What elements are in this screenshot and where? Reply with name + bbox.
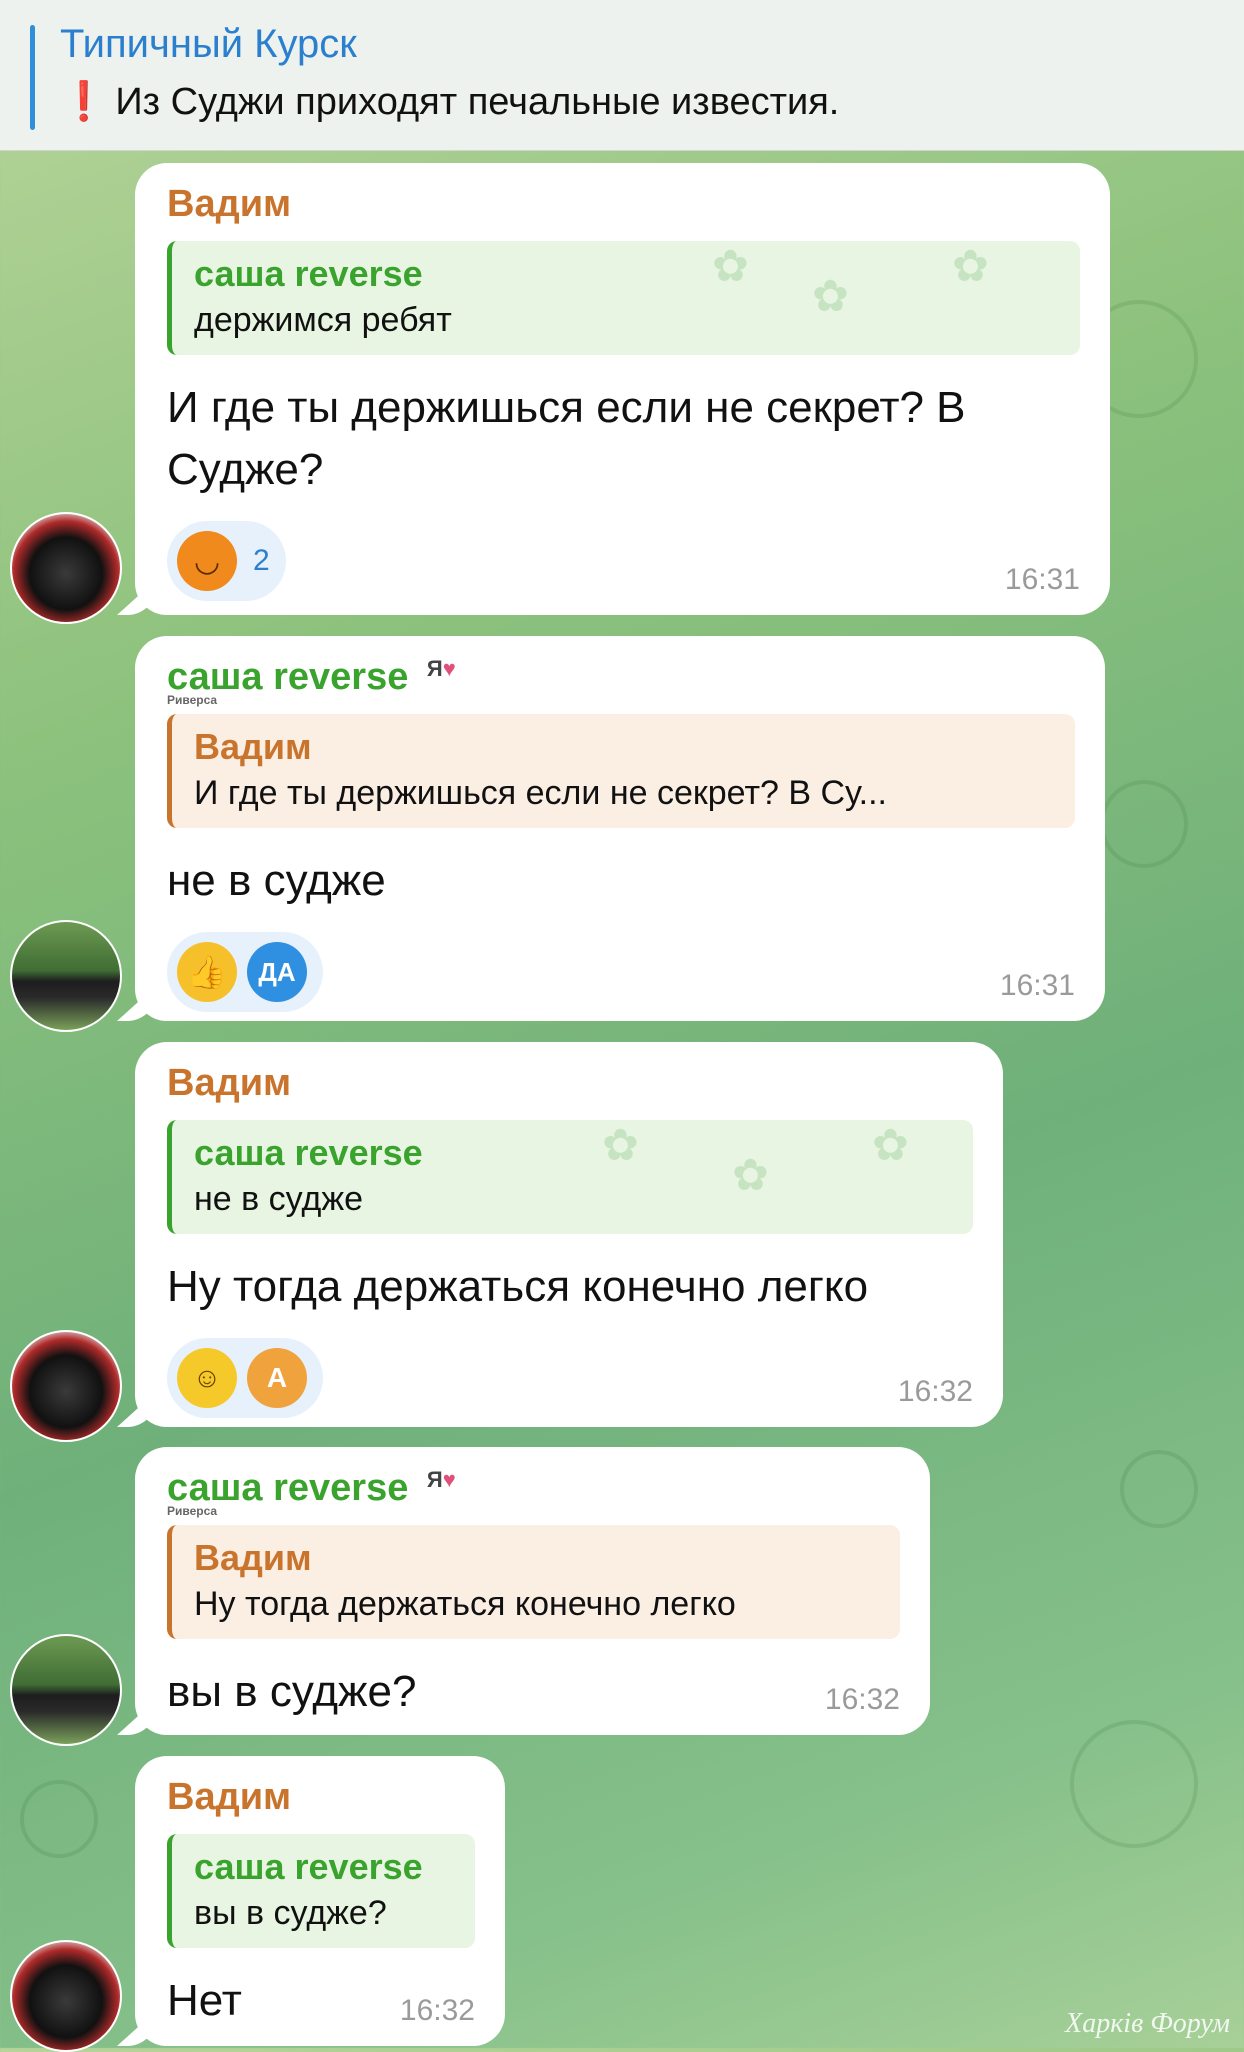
heart-icon: ♥ [442,1467,456,1492]
reaction-pill[interactable]: 👍 ДА [167,932,323,1012]
reply-text: вы в судже? [194,1894,387,1932]
reply-quote[interactable]: ✿ ✿ ✿ саша reverse не в судже [167,1120,973,1234]
background-doodle [1100,780,1188,868]
sender-name[interactable]: Вадим [167,183,1080,227]
message-bubble[interactable]: Вадим ✿ ✿ ✿ саша reverse держимся ребят … [135,163,1110,615]
reply-pattern: ✿ [732,1151,769,1200]
message-text: вы в судже? [167,1667,417,1716]
message-time: 16:32 [824,1683,900,1716]
message-time: 16:32 [897,1375,973,1408]
zany-face-emoji-icon: ☺ [177,1348,237,1408]
reply-name: саша reverse [194,1846,423,1887]
pinned-message[interactable]: Типичный Курск ❗ Из Суджи приходят печаль… [0,0,1244,151]
reactor-avatar: А [247,1348,307,1408]
message-bubble[interactable]: Вадим ✿ ✿ ✿ саша reverse не в судже Ну т… [135,1042,1003,1427]
badge-text: Я [426,656,443,681]
avatar[interactable] [10,1330,122,1442]
reply-name: саша reverse [194,1132,423,1173]
pinned-text-row: ❗ Из Суджи приходят печальные известия. [60,80,839,124]
reply-name: саша reverse [194,253,423,294]
message-time: 16:32 [399,1994,475,2027]
reply-text: И где ты держишься если не секрет? В Су.… [194,774,887,812]
badge-text: Я [426,1467,443,1492]
message-text: Ну тогда держаться конечно легко [167,1262,869,1311]
message-text: И где ты держишься если не секрет? В Суд… [167,383,966,494]
heart-icon: ♥ [442,656,456,681]
sender-name[interactable]: Вадим [167,1776,475,1820]
watermark: Харків Форум [1065,2008,1230,2039]
reply-pattern: ✿ [872,1121,909,1170]
reaction-pill[interactable]: ☺ А [167,1338,323,1418]
reply-name: Вадим [194,1537,312,1578]
message-time: 16:31 [1004,563,1080,596]
avatar[interactable] [10,920,122,1032]
background-doodle [1120,1450,1198,1528]
reply-text: Ну тогда держаться конечно легко [194,1585,736,1623]
message-time: 16:31 [999,969,1075,1002]
reactions: ◡ 2 [167,521,1080,601]
reply-name: Вадим [194,726,312,767]
avatar[interactable] [10,1634,122,1746]
reply-pattern: ✿ [602,1121,639,1170]
reactor-avatar: ДА [247,942,307,1002]
pinned-accent-bar [30,25,35,130]
reply-text: не в судже [194,1180,364,1218]
sender-name-row: саша reverse Я♥ Риверса [167,656,1075,707]
sender-name[interactable]: саша reverse [167,1467,408,1509]
message-bubble[interactable]: саша reverse Я♥ Риверса Вадим И где ты де… [135,636,1105,1021]
reply-quote[interactable]: Вадим И где ты держишься если не секрет?… [167,714,1075,828]
sender-name-row: саша reverse Я♥ Риверса [167,1467,900,1518]
thumbs-up-emoji-icon: 👍 [177,942,237,1002]
reply-text: держимся ребят [194,301,452,339]
message-bubble[interactable]: Вадим саша reverse вы в судже? Нет 16:32 [135,1756,505,2046]
reply-pattern: ✿ [712,242,749,291]
sender-name[interactable]: саша reverse [167,656,408,698]
pinned-text: Из Суджи приходят печальные известия. [115,81,840,123]
avatar[interactable] [10,1940,122,2052]
reply-quote[interactable]: Вадим Ну тогда держаться конечно легко [167,1525,900,1639]
reply-quote[interactable]: саша reverse вы в судже? [167,1834,475,1948]
avatar[interactable] [10,512,122,624]
reply-pattern: ✿ [812,272,849,321]
reaction-pill[interactable]: ◡ 2 [167,521,286,601]
pinned-channel-name: Типичный Курск [60,22,357,66]
message-bubble[interactable]: саша reverse Я♥ Риверса Вадим Ну тогда де… [135,1447,930,1735]
exclamation-icon: ❗ [60,81,108,123]
background-doodle [20,1780,98,1858]
reactions: ☺ А [167,1338,973,1418]
sender-name[interactable]: Вадим [167,1062,973,1106]
background-doodle [1070,1720,1198,1848]
pumpkin-emoji-icon: ◡ [177,531,237,591]
reply-quote[interactable]: ✿ ✿ ✿ саша reverse держимся ребят [167,241,1080,355]
reaction-count: 2 [253,544,270,577]
message-text: не в судже [167,856,386,905]
reply-pattern: ✿ [952,242,989,291]
reactions: 👍 ДА [167,932,1075,1012]
